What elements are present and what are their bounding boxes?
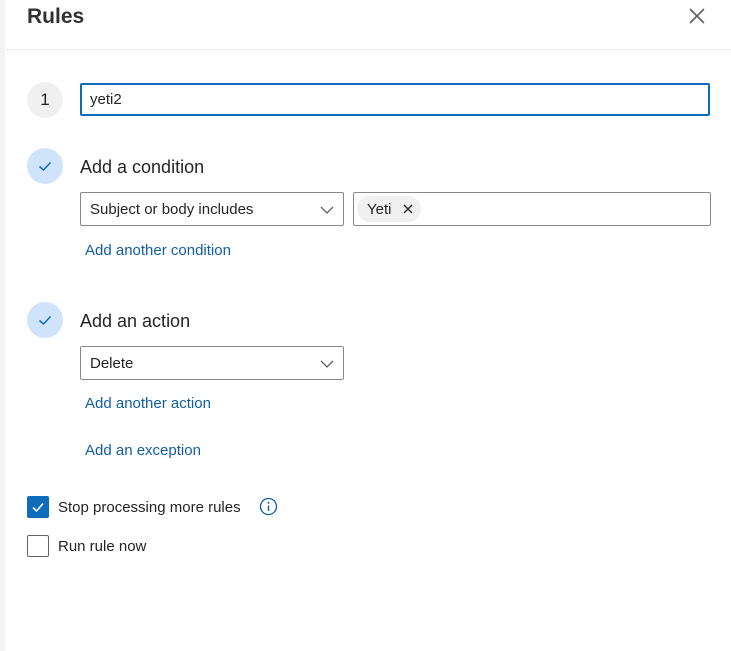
condition-dropdown[interactable]: Subject or body includes: [80, 192, 344, 226]
condition-dropdown-value: Subject or body includes: [90, 200, 254, 218]
stop-processing-checkbox[interactable]: [27, 496, 49, 518]
keyword-tag: Yeti: [357, 196, 422, 222]
header-divider: [5, 49, 731, 50]
rule-name-input[interactable]: [80, 83, 710, 116]
close-icon: [403, 204, 413, 214]
action-dropdown[interactable]: Delete: [80, 346, 344, 380]
action-dropdown-value: Delete: [90, 354, 134, 372]
chevron-down-icon: [320, 360, 334, 368]
condition-check-icon: [27, 148, 63, 184]
close-button[interactable]: [685, 4, 709, 28]
step-number-badge: 1: [27, 82, 63, 118]
add-another-action-link[interactable]: Add another action: [85, 395, 211, 412]
stop-processing-label: Stop processing more rules: [58, 499, 241, 516]
remove-tag-button[interactable]: [403, 204, 413, 214]
action-check-icon: [27, 302, 63, 338]
left-edge-strip: [0, 0, 5, 651]
run-rule-now-label: Run rule now: [58, 538, 147, 555]
add-exception-link[interactable]: Add an exception: [85, 442, 201, 459]
keyword-tag-label: Yeti: [367, 200, 392, 218]
checkmark-icon: [32, 502, 44, 513]
condition-heading: Add a condition: [80, 157, 205, 177]
run-rule-now-checkbox[interactable]: [27, 535, 49, 557]
info-icon[interactable]: [259, 497, 278, 516]
add-another-condition-link[interactable]: Add another condition: [85, 242, 231, 259]
condition-keywords-field[interactable]: Yeti: [353, 192, 711, 226]
chevron-down-icon: [320, 206, 334, 214]
action-heading: Add an action: [80, 311, 191, 331]
page-title: Rules: [27, 5, 85, 28]
close-icon: [689, 8, 705, 24]
